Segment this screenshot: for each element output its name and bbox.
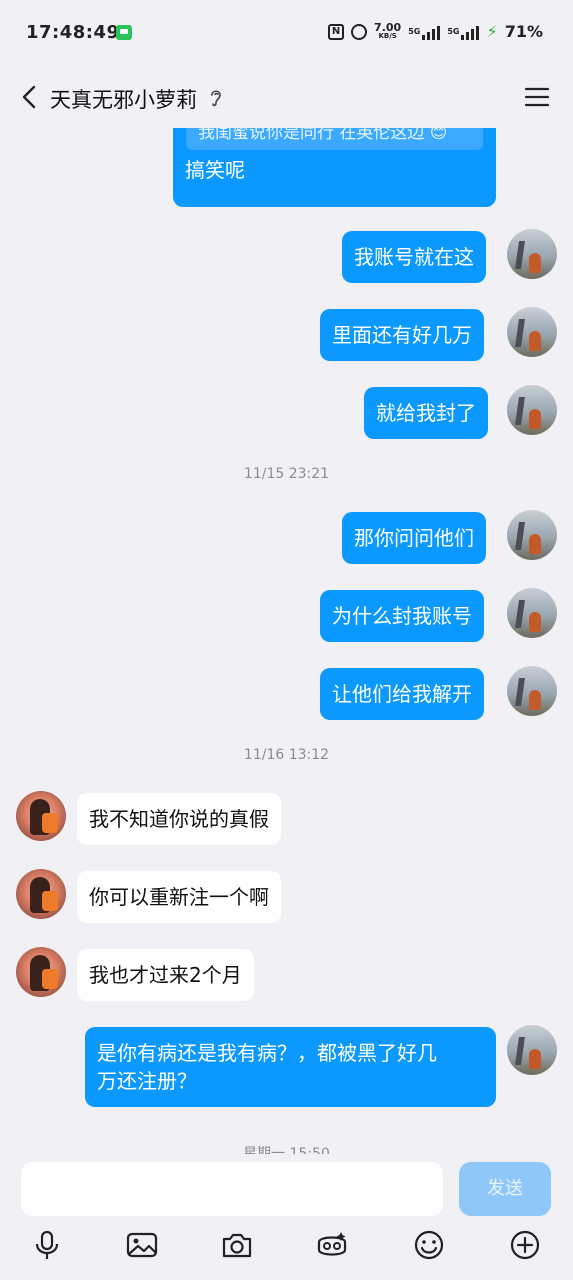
message-bubble[interactable]: 让他们给我解开 [320,668,484,720]
timestamp: 11/16 13:12 [243,747,330,763]
signal-icon-2 [461,24,480,40]
message-text: 里面还有好几万 [332,323,472,347]
send-button[interactable]: 发送 [459,1162,551,1216]
status-icons: N 7.00 KB/S 5G 5G ⚡ 71% [328,22,543,41]
my-avatar[interactable] [507,510,557,560]
my-avatar[interactable] [507,385,557,435]
network-speed: 7.00 KB/S [374,20,402,41]
ear-icon [211,90,221,107]
camera-icon[interactable] [220,1228,254,1262]
message-bubble[interactable]: 我不知道你说的真假 [77,793,281,845]
back-icon[interactable] [18,84,44,110]
status-time: 17:48:49 [26,22,120,43]
message-input[interactable] [21,1162,443,1216]
message-bubble[interactable]: 我也才过来2个月 [77,949,254,1001]
message-text: 我账号就在这 [354,245,474,269]
message-text: 让他们给我解开 [332,682,472,706]
signal-icon [422,24,441,40]
battery-level: 71% [504,22,543,41]
timestamp: 星期一 15:50 [243,1146,330,1154]
charging-icon: ⚡ [486,22,498,41]
nfc-icon: N [328,23,345,40]
message-text: 为什么封我账号 [332,604,472,628]
chat-area[interactable]: 搞笑呢 我闺蜜说你是同行 在英伦这边 😊 我账号就在这 里面还有好几万 就给我封… [0,128,573,1154]
sim1-label: 5G [408,27,421,36]
timestamp: 11/15 23:21 [243,466,330,482]
speed-value: 7.00 [374,20,402,34]
message-text: 就给我封了 [376,401,476,425]
message-text: 我不知道你说的真假 [89,807,269,831]
message-text: 你可以重新注一个啊 [89,885,269,909]
plus-icon[interactable] [508,1228,542,1262]
my-avatar[interactable] [507,307,557,357]
message-bubble[interactable]: 里面还有好几万 [320,309,484,361]
message-text-line2: 万还注册？ [97,1069,197,1093]
input-bar: 发送 [0,1154,573,1280]
hotspot-icon [351,23,368,40]
quoted-message[interactable]: 我闺蜜说你是同行 在英伦这边 😊 [186,128,483,150]
my-avatar[interactable] [507,666,557,716]
message-bubble[interactable]: 是你有病还是我有病？，都被黑了好几 万还注册？ [85,1027,496,1107]
message-bubble[interactable]: 我账号就在这 [342,231,486,283]
message-text: 那你问问他们 [354,526,474,550]
menu-icon[interactable] [525,87,549,107]
message-text: 我也才过来2个月 [89,963,242,987]
message-icon [116,25,132,40]
my-avatar[interactable] [507,588,557,638]
status-bar: 17:48:49 N 7.00 KB/S 5G 5G ⚡ 71% [0,0,573,68]
image-icon[interactable] [125,1228,159,1262]
speed-unit: KB/S [378,31,397,40]
contact-avatar[interactable] [16,947,66,997]
message-text: 是你有病还是我有病？，都被黑了好几 [97,1041,437,1065]
message-bubble[interactable]: 那你问问他们 [342,512,486,564]
chat-title[interactable]: 天真无邪小萝莉 [50,84,197,114]
message-bubble[interactable]: 为什么封我账号 [320,590,484,642]
my-avatar[interactable] [507,1025,557,1075]
mic-icon[interactable] [30,1228,64,1262]
message-bubble[interactable]: 就给我封了 [364,387,488,439]
contact-avatar[interactable] [16,869,66,919]
emoji-icon[interactable] [412,1228,446,1262]
my-avatar[interactable] [507,229,557,279]
message-text: 搞笑呢 [185,158,245,182]
sim2-label: 5G [447,27,460,36]
contact-avatar[interactable] [16,791,66,841]
red-packet-icon[interactable] [315,1228,349,1262]
message-bubble[interactable]: 你可以重新注一个啊 [77,871,281,923]
